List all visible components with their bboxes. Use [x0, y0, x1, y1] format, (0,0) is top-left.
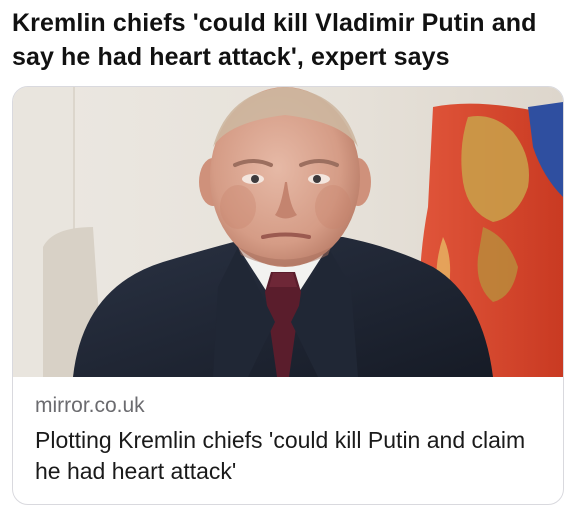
- link-preview-card[interactable]: mirror.co.uk Plotting Kremlin chiefs 'co…: [12, 86, 564, 505]
- post-title: Kremlin chiefs 'could kill Vladimir Puti…: [12, 9, 537, 71]
- card-source-domain: mirror.co.uk: [35, 394, 145, 417]
- card-image[interactable]: [13, 87, 563, 377]
- card-headline[interactable]: Plotting Kremlin chiefs 'could kill Puti…: [35, 425, 545, 487]
- person-photo: [13, 87, 563, 377]
